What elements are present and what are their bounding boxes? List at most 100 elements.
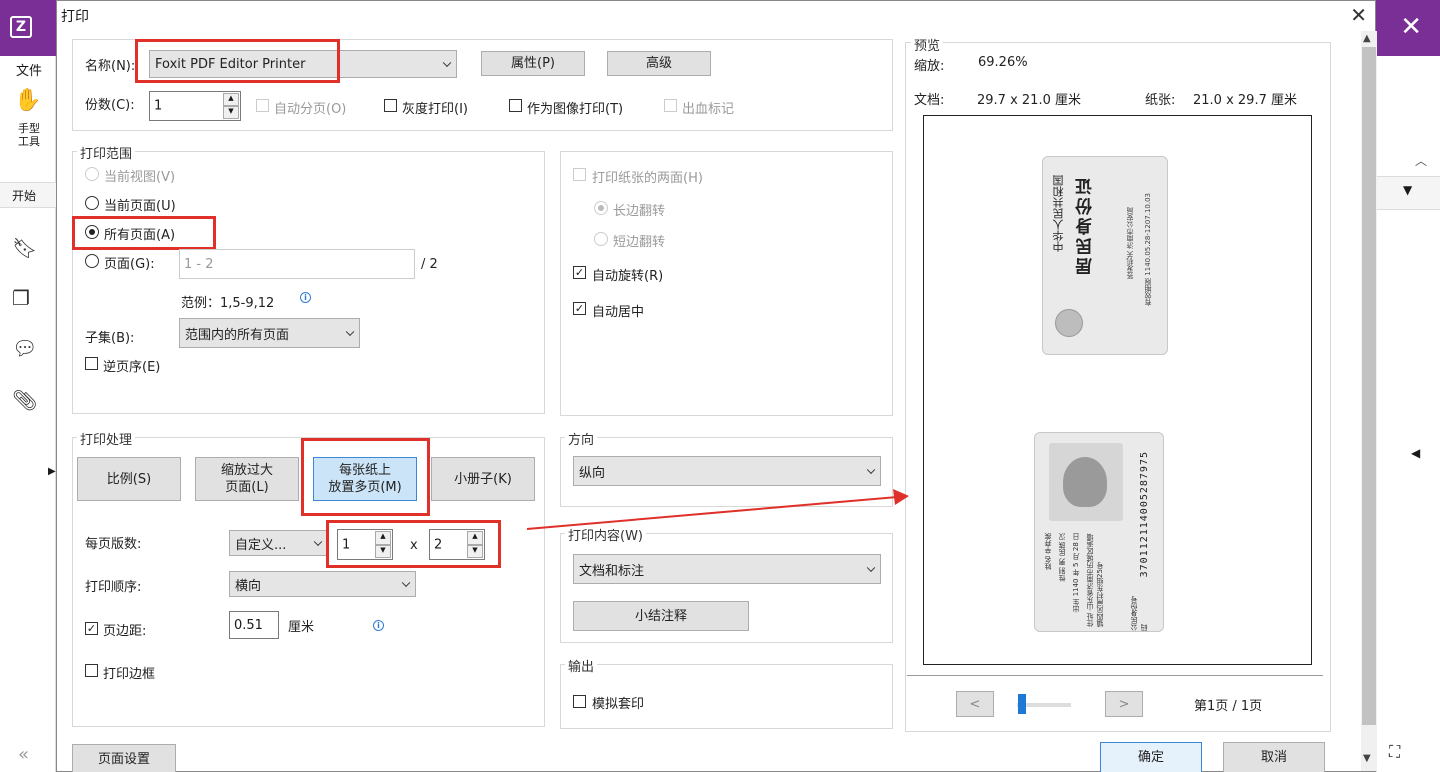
cancel-button[interactable]: 取消 bbox=[1223, 742, 1325, 772]
fullscreen-icon[interactable]: ⛶ bbox=[1389, 742, 1400, 762]
margin-input[interactable]: 0.51 bbox=[229, 611, 279, 639]
annotation-highlight bbox=[72, 216, 216, 250]
subset-select[interactable]: 范围内的所有页面 bbox=[179, 318, 360, 348]
close-icon[interactable]: ✕ bbox=[1350, 3, 1367, 27]
print-as-image-checkbox[interactable] bbox=[509, 99, 522, 112]
scroll-up-icon[interactable]: ▲ bbox=[1363, 33, 1371, 44]
annotation-highlight bbox=[135, 39, 340, 83]
comment-icon[interactable]: 💬︎ bbox=[12, 336, 37, 360]
app-logo-icon: Z bbox=[10, 16, 32, 38]
long-edge-label: 长边翻转 bbox=[613, 204, 666, 219]
long-edge-radio[interactable] bbox=[594, 201, 608, 215]
id-card-name: 姓名 辛弃疾 bbox=[1044, 533, 1052, 571]
print-content-select[interactable]: 文档和标注 bbox=[573, 554, 881, 584]
attachment-icon[interactable]: 📎︎ bbox=[12, 388, 37, 412]
pages-per-sheet-select[interactable]: 自定义... bbox=[229, 530, 328, 556]
page-indicator: 第1页 / 1页 bbox=[1194, 699, 1263, 714]
print-border-checkbox[interactable] bbox=[85, 664, 98, 677]
print-order-value: 横向 bbox=[235, 578, 262, 594]
collate-checkbox[interactable] bbox=[256, 99, 269, 112]
print-dialog: 打印 ✕ 名称(N): Foxit PDF Editor Printer 属性(… bbox=[56, 0, 1377, 772]
auto-center-label: 自动居中 bbox=[592, 305, 645, 320]
print-order-select[interactable]: 横向 bbox=[229, 571, 416, 597]
chevron-down-icon bbox=[866, 563, 876, 573]
next-page-button[interactable]: > bbox=[1105, 691, 1143, 717]
document-size-label: 文档: bbox=[914, 93, 945, 108]
paper-size-label: 纸张: bbox=[1145, 93, 1176, 108]
pages-icon[interactable]: ❐ bbox=[12, 286, 30, 310]
orientation-value: 纵向 bbox=[579, 465, 606, 481]
auto-rotate-checkbox[interactable]: ✓ bbox=[573, 266, 586, 279]
zoom-value: 69.26% bbox=[978, 55, 1028, 70]
annotation-highlight bbox=[301, 438, 430, 516]
previous-page-button[interactable]: < bbox=[956, 691, 994, 717]
auto-rotate-label: 自动旋转(R) bbox=[592, 269, 664, 284]
preview-zoom-slider-thumb[interactable] bbox=[1018, 694, 1026, 714]
grayscale-label: 灰度打印(I) bbox=[402, 102, 468, 117]
portrait-icon bbox=[1063, 457, 1107, 507]
print-both-sides-label: 打印纸张的两面(H) bbox=[592, 171, 703, 186]
ok-button[interactable]: 确定 bbox=[1100, 742, 1202, 772]
bookmark-icon[interactable]: 🔖︎ bbox=[12, 236, 37, 260]
expand-right-panel-icon[interactable]: ◀ bbox=[1411, 446, 1420, 460]
chevron-down-icon bbox=[401, 578, 411, 588]
advanced-button[interactable]: 高级 bbox=[607, 51, 711, 76]
summarize-comments-button[interactable]: 小结注释 bbox=[573, 601, 749, 631]
page-setup-button[interactable]: 页面设置 bbox=[72, 744, 176, 772]
info-icon[interactable]: i bbox=[373, 620, 384, 631]
spin-down-icon[interactable]: ▼ bbox=[223, 106, 239, 119]
id-card-back: 姓名 辛弃疾 性别 男 民族 汉 出生 1140 年 5 月 28 日 住址 山… bbox=[1034, 432, 1164, 632]
printer-name-label: 名称(N): bbox=[85, 59, 136, 74]
file-menu[interactable]: 文件 bbox=[16, 60, 42, 79]
document-size-value: 29.7 x 21.0 厘米 bbox=[977, 93, 1081, 108]
scale-button[interactable]: 比例(S) bbox=[77, 457, 181, 501]
print-range-title: 打印范围 bbox=[77, 143, 136, 162]
print-order-label: 打印顺序: bbox=[85, 580, 142, 595]
auto-center-checkbox[interactable]: ✓ bbox=[573, 302, 586, 315]
grayscale-checkbox[interactable] bbox=[384, 99, 397, 112]
print-handling-title: 打印处理 bbox=[77, 429, 136, 448]
first-page-icon[interactable]: « bbox=[18, 744, 29, 765]
copies-label: 份数(C): bbox=[85, 98, 135, 113]
start-tab[interactable]: 开始 bbox=[0, 182, 56, 208]
id-card-address: 住址 山东省济南市历城区遥墙镇四风闸村东组25号 bbox=[1086, 533, 1104, 627]
subset-label: 子集(B): bbox=[85, 331, 135, 346]
expand-panel-icon[interactable]: ▶ bbox=[48, 466, 56, 477]
hand-tool-label: 手型 工具 bbox=[18, 122, 40, 148]
app-right-panel: ︿ ▼ ◀ ⛶ bbox=[1376, 56, 1440, 772]
short-edge-radio[interactable] bbox=[594, 232, 608, 246]
spin-up-icon[interactable]: ▲ bbox=[223, 93, 239, 106]
copies-stepper[interactable]: 1 ▲ ▼ bbox=[149, 91, 241, 121]
annotation-highlight bbox=[326, 520, 501, 568]
print-both-sides-checkbox[interactable] bbox=[573, 168, 586, 181]
info-icon[interactable]: i bbox=[300, 292, 311, 303]
shrink-oversized-button[interactable]: 缩放过大 页面(L) bbox=[195, 457, 299, 501]
collapse-ribbon-icon[interactable]: ︿ bbox=[1415, 152, 1427, 169]
id-card-birth: 出生 1140 年 5 月 28 日 bbox=[1072, 533, 1080, 613]
pages-per-sheet-value: 自定义... bbox=[235, 537, 287, 553]
id-card-front-line1: 中华人民共和国 bbox=[1052, 175, 1065, 252]
app-close-icon[interactable]: ✕ bbox=[1400, 12, 1422, 42]
print-as-image-label: 作为图像打印(T) bbox=[527, 102, 624, 117]
scrollbar-thumb[interactable] bbox=[1362, 47, 1376, 725]
chevron-down-icon bbox=[313, 537, 323, 547]
pages-radio[interactable] bbox=[85, 254, 99, 268]
ribbon-dropdown-icon[interactable]: ▼ bbox=[1403, 183, 1412, 197]
margin-checkbox[interactable]: ✓ bbox=[85, 622, 98, 635]
current-page-radio[interactable] bbox=[85, 196, 99, 210]
preview-title: 预览 bbox=[911, 35, 944, 54]
reverse-order-checkbox[interactable] bbox=[85, 357, 98, 370]
output-title: 输出 bbox=[565, 656, 598, 675]
id-card-sex: 性别 男 民族 汉 bbox=[1058, 533, 1066, 582]
bleed-marks-checkbox[interactable] bbox=[664, 99, 677, 112]
hand-tool-icon[interactable]: ✋ bbox=[14, 88, 41, 113]
id-card-front: 中华人民共和国 居民身份证 签发机关 济南市公安局 有效期限 1140.05.2… bbox=[1042, 156, 1168, 355]
properties-button[interactable]: 属性(P) bbox=[481, 51, 585, 76]
id-card-number-label: 公民身份号码 bbox=[1130, 596, 1148, 631]
app-left-panel: 文件 ✋ 手型 工具 开始 🔖︎ ❐ 💬︎ 📎︎ ▶ « bbox=[0, 56, 56, 772]
simulate-overprint-checkbox[interactable] bbox=[573, 695, 586, 708]
id-card-validity: 有效期限 1140.05.28-1207.10.03 bbox=[1144, 193, 1152, 306]
scroll-down-icon[interactable]: ▼ bbox=[1363, 753, 1371, 764]
pages-range-input[interactable]: 1 - 2 bbox=[179, 249, 415, 279]
current-view-radio[interactable] bbox=[85, 167, 99, 181]
